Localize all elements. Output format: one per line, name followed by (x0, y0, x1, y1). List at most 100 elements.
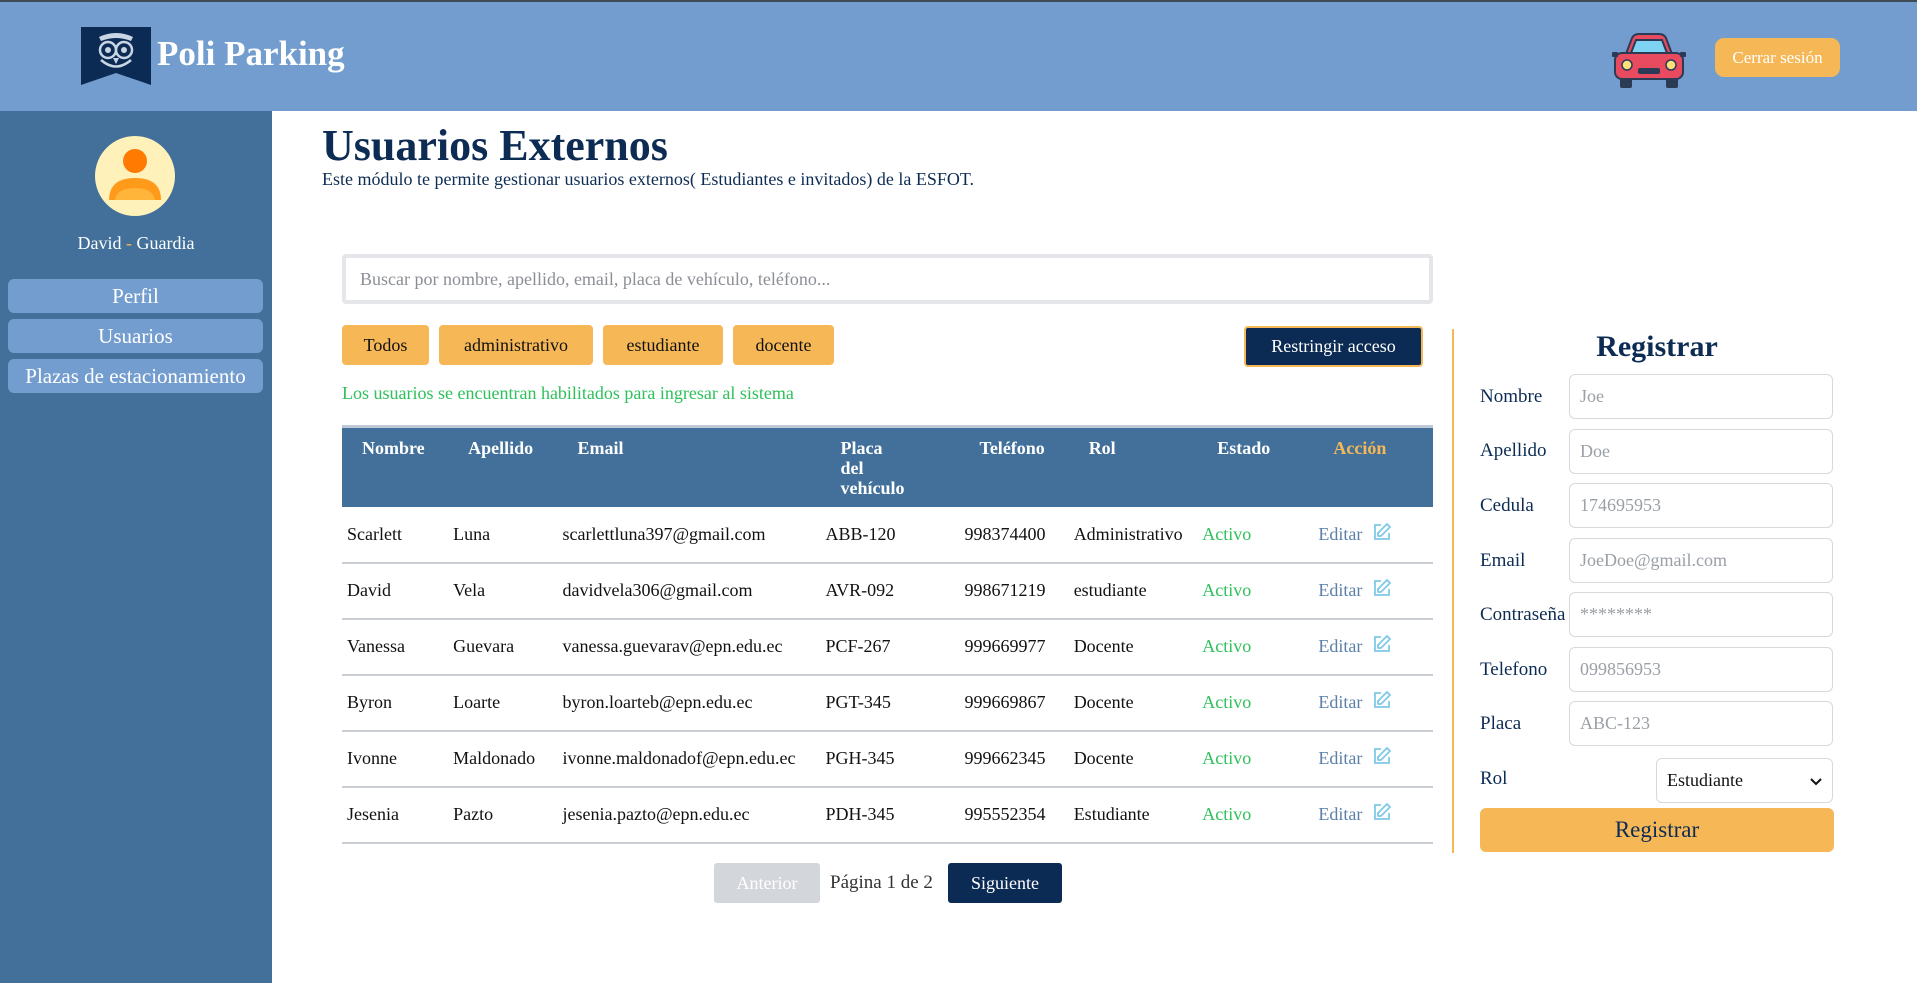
user-name: David (77, 233, 122, 253)
next-page-button[interactable]: Siguiente (948, 863, 1062, 903)
edit-label: Editar (1318, 636, 1363, 656)
telefono-cell: 998671219 (959, 562, 1069, 620)
user-info: David - Guardia (0, 233, 272, 254)
filter-todos-button[interactable]: Todos (342, 325, 429, 365)
status-cell: Activo (1197, 562, 1314, 620)
telefono-cell: 999669867 (959, 674, 1069, 732)
status-cell: Activo (1197, 786, 1314, 844)
apellido-cell: Guevara (448, 618, 558, 676)
edit-icon (1372, 690, 1392, 715)
apellido-cell: Maldonado (448, 730, 558, 788)
action-cell: Editar (1313, 618, 1433, 676)
car-icon (1612, 32, 1686, 90)
rol-cell: Estudiante (1068, 786, 1198, 844)
filter-estudiante-button[interactable]: estudiante (603, 325, 723, 365)
edit-icon (1372, 522, 1392, 547)
user-separator: - (126, 233, 132, 253)
page-title: Usuarios Externos (322, 121, 668, 170)
edit-button[interactable]: Editar (1318, 634, 1428, 659)
apellido-cell: Loarte (448, 674, 558, 732)
col-nombre: Nombre (342, 425, 449, 507)
status-cell: Activo (1197, 506, 1314, 564)
edit-button[interactable]: Editar (1318, 746, 1428, 771)
edit-button[interactable]: Editar (1318, 578, 1428, 603)
nombre-field[interactable] (1569, 374, 1833, 419)
apellido-cell: Vela (448, 562, 558, 620)
restrict-access-button[interactable]: Restringir acceso (1244, 326, 1423, 367)
sidebar-item-usuarios[interactable]: Usuarios (8, 319, 263, 353)
cedula-field[interactable] (1569, 483, 1833, 528)
email-cell: scarlettluna397@gmail.com (557, 506, 821, 564)
action-cell: Editar (1313, 506, 1433, 564)
users-table: Nombre Apellido Email Placa del vehículo… (342, 425, 1433, 844)
edit-button[interactable]: Editar (1318, 522, 1428, 547)
email-field[interactable] (1569, 538, 1833, 583)
placa-cell: PCF-267 (820, 618, 960, 676)
user-role: Guardia (136, 233, 195, 253)
rol-cell: Docente (1068, 730, 1198, 788)
placa-cell: PDH-345 (820, 786, 960, 844)
edit-label: Editar (1318, 580, 1363, 600)
edit-button[interactable]: Editar (1318, 802, 1428, 827)
email-cell: davidvela306@gmail.com (557, 562, 821, 620)
edit-button[interactable]: Editar (1318, 690, 1428, 715)
col-placa: Placa del vehículo (820, 425, 960, 507)
telefono-cell: 999662345 (959, 730, 1069, 788)
register-submit-button[interactable]: Registrar (1480, 808, 1834, 852)
status-cell: Activo (1197, 730, 1314, 788)
edit-label: Editar (1318, 523, 1363, 544)
nombre-cell: Jesenia (342, 786, 449, 844)
action-cell: Editar (1313, 730, 1433, 788)
col-apellido: Apellido (448, 425, 558, 507)
table-row: David Vela davidvela306@gmail.com AVR-092 99… (342, 562, 1433, 620)
table-header-row: Nombre Apellido Email Placa del vehículo… (342, 425, 1433, 507)
rol-cell: estudiante (1068, 562, 1198, 620)
action-cell: Editar (1313, 786, 1433, 844)
email-cell: jesenia.pazto@epn.edu.ec (557, 786, 821, 844)
nombre-label: Nombre (1480, 386, 1543, 407)
filter-administrativo-button[interactable]: administrativo (439, 325, 593, 365)
placa-cell: PGT-345 (820, 674, 960, 732)
sidebar: David - Guardia Perfil Usuarios Plazas d… (0, 111, 272, 983)
chevron-down-icon (1810, 770, 1822, 791)
table-row: Vanessa Guevara vanessa.guevarav@epn.edu.e… (342, 618, 1433, 676)
status-cell: Activo (1197, 618, 1314, 676)
placa-field[interactable] (1569, 701, 1833, 746)
owl-logo-icon (81, 27, 151, 85)
apellido-label: Apellido (1480, 440, 1547, 461)
sidebar-item-perfil[interactable]: Perfil (8, 279, 263, 313)
user-avatar-icon (95, 136, 175, 216)
edit-icon (1372, 802, 1392, 827)
register-title: Registrar (1596, 330, 1718, 363)
telefono-cell: 999669977 (959, 618, 1069, 676)
placa-cell: AVR-092 (820, 562, 960, 620)
email-cell: vanessa.guevarav@epn.edu.ec (557, 618, 821, 676)
filter-docente-button[interactable]: docente (733, 325, 834, 365)
email-cell: byron.loarteb@epn.edu.ec (557, 674, 821, 732)
edit-icon (1372, 578, 1392, 603)
edit-label: Editar (1318, 692, 1363, 712)
nombre-cell: David (342, 562, 449, 620)
top-header: Poli Parking Cerrar sesión (0, 0, 1917, 111)
nombre-cell: Vanessa (342, 618, 449, 676)
action-cell: Editar (1313, 674, 1433, 732)
nombre-cell: Ivonne (342, 730, 449, 788)
logout-button[interactable]: Cerrar sesión (1715, 38, 1840, 77)
table-row: Byron Loarte byron.loarteb@epn.edu.ec PGT-3… (342, 674, 1433, 732)
rol-select[interactable]: Estudiante (1656, 758, 1833, 803)
page-subtitle: Este módulo te permite gestionar usuario… (322, 169, 975, 189)
apellido-field[interactable] (1569, 429, 1833, 474)
apellido-cell: Luna (448, 506, 558, 564)
telefono-field[interactable] (1569, 647, 1833, 692)
col-telefono: Teléfono (959, 425, 1069, 507)
table-row: Ivonne Maldonado ivonne.maldonadof@epn.edu… (342, 730, 1433, 788)
password-field[interactable] (1569, 592, 1833, 637)
sidebar-item-plazas[interactable]: Plazas de estacionamiento (8, 359, 263, 393)
col-estado: Estado (1197, 425, 1314, 507)
brand-name: Poli Parking (157, 34, 345, 73)
search-input[interactable] (342, 254, 1433, 304)
status-notice: Los usuarios se encuentran habilitados p… (342, 383, 794, 403)
edit-label: Editar (1318, 804, 1363, 824)
apellido-cell: Pazto (448, 786, 558, 844)
prev-page-button[interactable]: Anterior (714, 863, 820, 903)
